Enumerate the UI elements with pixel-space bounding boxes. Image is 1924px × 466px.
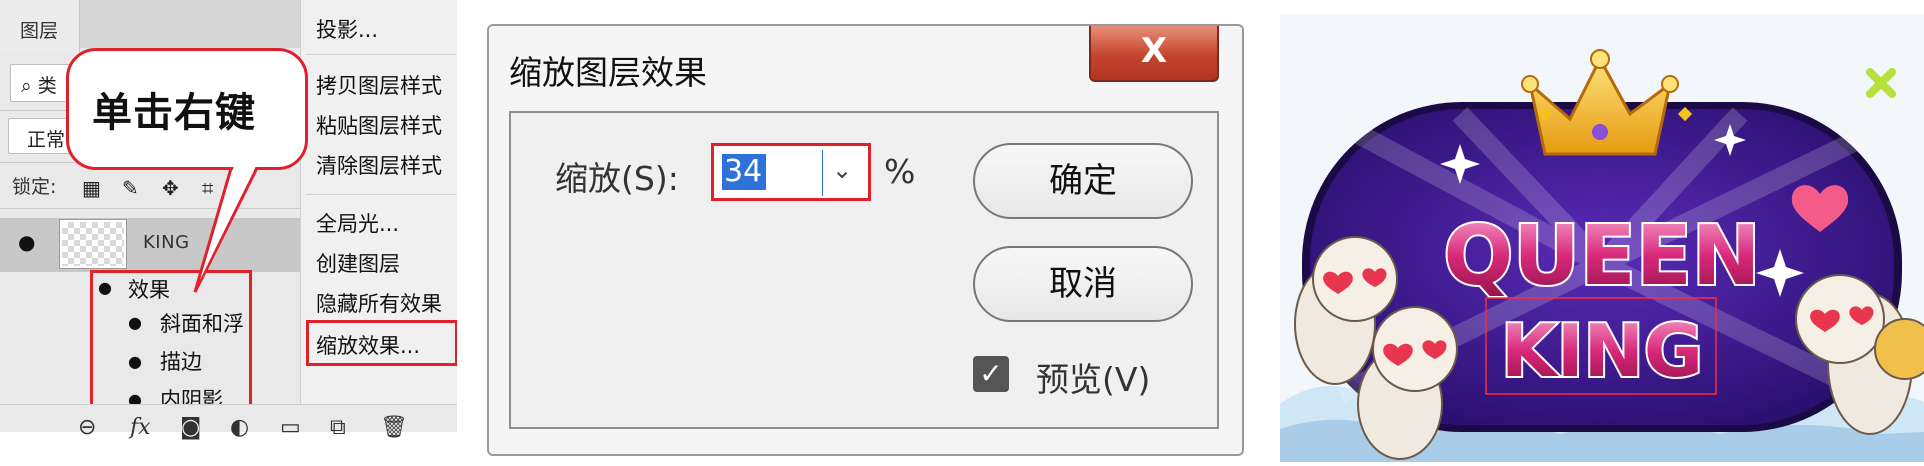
- cancel-button[interactable]: 取消: [973, 246, 1193, 322]
- preview-checkbox[interactable]: ✓: [973, 356, 1009, 392]
- game-banner-art: QUEEN KING: [1280, 14, 1924, 462]
- check-icon: ✓: [979, 357, 1003, 390]
- layers-panel: 图层 ⌕ 类 正常 锁定: ▦ ✎ ✥ ⌗ ● KING ● 效果 ● 斜面和浮…: [0, 0, 457, 462]
- chevron-down-icon[interactable]: ⌄: [832, 156, 852, 184]
- ok-button[interactable]: 确定: [973, 143, 1193, 219]
- scale-effects-dialog: 缩放图层效果 X 缩放(S): 34 ⌄ % 确定 取消 ✓ 预览(V): [487, 24, 1244, 456]
- scale-label: 缩放(S):: [555, 159, 679, 198]
- close-icon: X: [1140, 31, 1168, 71]
- callout-text: 单击右键: [92, 89, 256, 136]
- percent-unit: %: [884, 152, 916, 191]
- callout-pointer-cover: [200, 166, 256, 280]
- close-button[interactable]: X: [1089, 26, 1219, 82]
- game-banner-image: QUEEN KING: [1280, 14, 1924, 462]
- title-bottom-text: KING: [1501, 309, 1703, 393]
- title-top-text: QUEEN: [1444, 209, 1761, 304]
- combo-divider: [822, 150, 823, 196]
- scale-combobox[interactable]: 34 ⌄: [711, 143, 871, 201]
- dialog-title: 缩放图层效果: [509, 53, 707, 92]
- preview-label: 预览(V): [1036, 360, 1151, 399]
- scale-input[interactable]: 34: [722, 154, 766, 190]
